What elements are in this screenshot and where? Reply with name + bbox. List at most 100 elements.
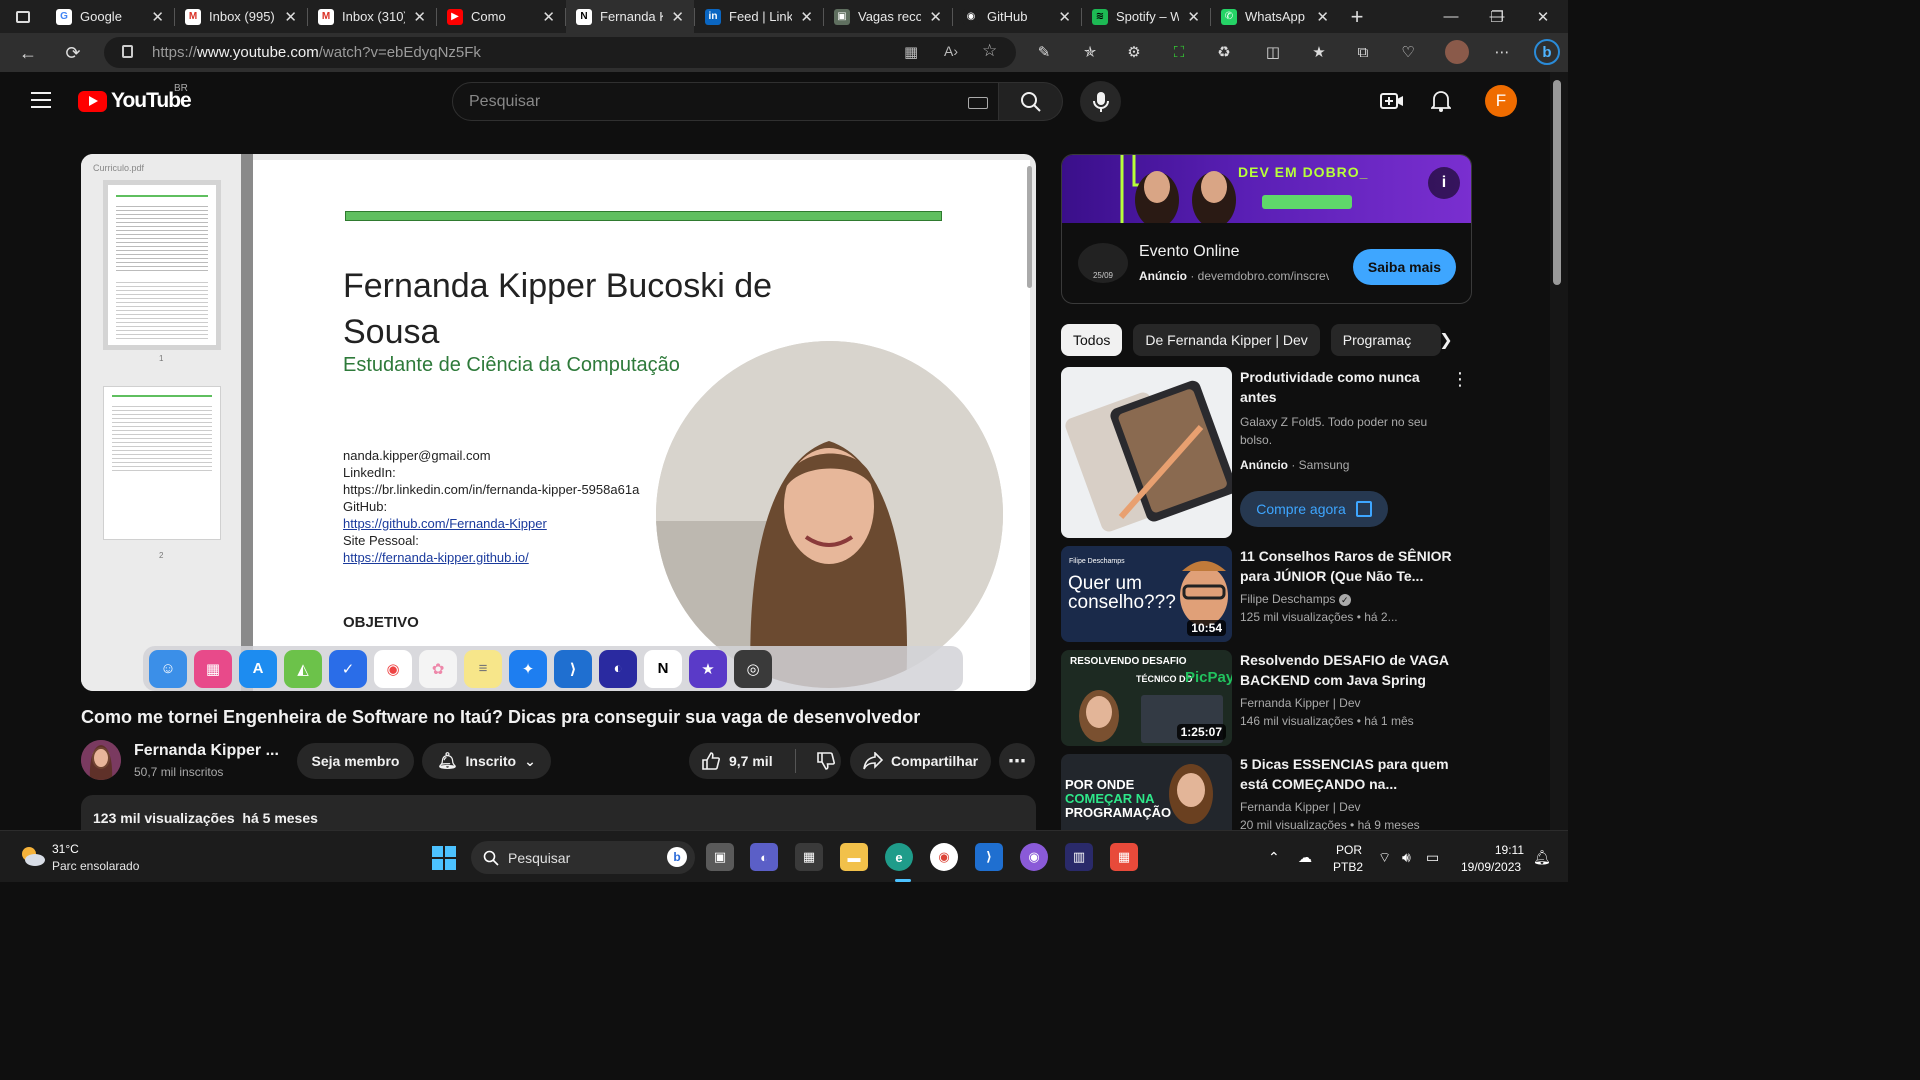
gear-extension-icon[interactable]: ⚙ [1124, 42, 1144, 62]
app-grid-icon[interactable]: ▦ [1110, 843, 1138, 871]
recommendation-item[interactable]: Filipe Deschamps Quer um conselho??? 10:… [1061, 546, 1472, 642]
clock-date[interactable]: 19/09/2023 [1461, 860, 1521, 874]
chip-programming[interactable]: Programaç [1330, 324, 1441, 356]
create-video-icon[interactable] [1379, 88, 1405, 114]
battery-icon[interactable]: ▭ [1426, 849, 1439, 866]
chevron-right-icon[interactable]: ❯ [1434, 328, 1458, 352]
volume-icon[interactable]: 🔊︎ [1402, 849, 1411, 866]
channel-name[interactable]: Fernanda Kipper ... [134, 742, 279, 760]
url-field[interactable]: https://www.youtube.com/watch?v=ebEdyqNz… [104, 37, 1016, 68]
keyboard-layout[interactable]: PTB2 [1333, 860, 1363, 874]
browser-tab[interactable]: ✆ WhatsApp ✕ [1211, 0, 1339, 33]
screenshot-extension-icon[interactable]: ⛶ [1169, 42, 1189, 62]
extensions-puzzle-icon[interactable]: ♻ [1214, 42, 1234, 62]
browser-tab[interactable]: N Fernanda K ✕ [566, 0, 694, 33]
file-explorer-icon[interactable]: ▬ [840, 843, 868, 871]
buy-now-button[interactable]: Compre agora [1240, 491, 1388, 527]
tab-close-icon[interactable]: ✕ [151, 8, 164, 26]
share-button[interactable]: Compartilhar [850, 743, 991, 779]
join-button[interactable]: Seja membro [297, 743, 414, 779]
weather-description[interactable]: Parc ensolarado [52, 859, 139, 873]
more-vertical-icon[interactable]: ⋮ [1451, 369, 1469, 390]
vscode-icon[interactable]: ⟩ [975, 843, 1003, 871]
recommendation-item[interactable]: RESOLVENDO DESAFIO TÉCNICO DO PicPay 1:2… [1061, 650, 1472, 746]
description-box[interactable]: 123 mil visualizações há 5 meses [81, 795, 1036, 830]
video-player[interactable]: Curriculo.pdf 1 2 Fernanda Kipper Bucosk… [81, 154, 1036, 691]
tab-close-icon[interactable]: ✕ [1058, 8, 1071, 26]
app-available-icon[interactable]: ▦ [904, 43, 918, 61]
chip-from-channel[interactable]: De Fernanda Kipper | Dev [1133, 324, 1320, 356]
channel-avatar[interactable] [81, 740, 121, 780]
profile-avatar[interactable] [1445, 40, 1469, 64]
refresh-icon[interactable]: ⟳ [60, 40, 86, 66]
read-aloud-icon[interactable]: A› [944, 43, 958, 59]
keyboard-icon[interactable] [968, 97, 988, 109]
wifi-icon[interactable]: ⌔ [1378, 849, 1391, 867]
like-button[interactable]: 9,7 mil [701, 751, 773, 771]
ad-card[interactable]: DEV EM DOBRO_ i 25/09 Evento Online Anún… [1061, 154, 1472, 304]
search-input[interactable]: Pesquisar [452, 82, 999, 121]
tab-close-icon[interactable]: ✕ [413, 8, 426, 26]
close-window-button[interactable]: ✕ [1520, 0, 1566, 33]
collections-icon[interactable]: ⧉ [1353, 42, 1373, 62]
bing-icon[interactable]: b [667, 847, 687, 867]
ad-info-icon[interactable]: i [1428, 167, 1460, 199]
chevron-up-icon[interactable]: ⌃ [1268, 849, 1280, 866]
start-button[interactable] [432, 846, 456, 870]
new-tab-button[interactable]: + [1339, 0, 1375, 33]
eyedropper-extension-icon[interactable]: ✎ [1034, 42, 1054, 62]
edge-icon[interactable]: e [885, 843, 913, 871]
chip-all[interactable]: Todos [1061, 324, 1123, 356]
bing-copilot-icon[interactable]: b [1534, 39, 1560, 65]
youtube-logo[interactable]: YouTube BR [78, 83, 192, 113]
tab-close-icon[interactable]: ✕ [800, 8, 813, 26]
maximize-button[interactable]: ❐ [1474, 0, 1520, 33]
onedrive-cloud-icon[interactable]: ☁ [1298, 849, 1312, 866]
page-scrollbar-thumb[interactable] [1553, 80, 1561, 285]
chrome-icon[interactable]: ◉ [930, 843, 958, 871]
account-avatar[interactable]: F [1485, 85, 1517, 117]
tab-close-icon[interactable]: ✕ [1316, 8, 1329, 26]
teams-chat-icon[interactable]: ◐ [750, 843, 778, 871]
browser-tab[interactable]: ▣ Vagas recon ✕ [824, 0, 952, 33]
workspaces-icon[interactable] [0, 0, 46, 33]
microsoft-store-icon[interactable]: ▦ [795, 843, 823, 871]
voice-search-button[interactable] [1080, 81, 1121, 122]
input-language[interactable]: POR [1336, 843, 1362, 857]
minimize-button[interactable]: — [1428, 0, 1474, 33]
more-options-icon[interactable]: ⋯ [1492, 42, 1512, 62]
app-stats-icon[interactable]: ▥ [1065, 843, 1093, 871]
browser-tab[interactable]: ▶ Como ✕ [437, 0, 565, 33]
search-button[interactable] [999, 82, 1063, 121]
tab-close-icon[interactable]: ✕ [671, 8, 684, 26]
browser-tab[interactable]: ≋ Spotify – W ✕ [1082, 0, 1210, 33]
menu-icon[interactable] [31, 92, 51, 108]
dislike-button[interactable] [816, 751, 836, 771]
taskbar-search[interactable]: Pesquisar b [471, 841, 695, 874]
browser-essentials-icon[interactable]: ♡ [1398, 42, 1418, 62]
tab-close-icon[interactable]: ✕ [1187, 8, 1200, 26]
notifications-bell-icon[interactable] [1428, 88, 1454, 114]
more-actions-button[interactable]: ⋯ [999, 743, 1035, 779]
browser-tab[interactable]: ◉ GitHub ✕ [953, 0, 1081, 33]
split-screen-icon[interactable]: ◫ [1263, 42, 1283, 62]
tab-close-icon[interactable]: ✕ [284, 8, 297, 26]
browser-tab[interactable]: M Inbox (995) ✕ [175, 0, 307, 33]
extension-icon-1[interactable]: ✯ [1080, 42, 1100, 62]
sponsored-recommendation[interactable]: Produtividade como nunca antes Galaxy Z … [1061, 367, 1472, 539]
browser-tab[interactable]: G Google ✕ [46, 0, 174, 33]
recommendation-item[interactable]: POR ONDE COMEÇAR NA PROGRAMAÇÃO 5 Dicas … [1061, 754, 1472, 830]
github-desktop-icon[interactable]: ◉ [1020, 843, 1048, 871]
clock-time[interactable]: 19:11 [1488, 843, 1524, 857]
task-view-icon[interactable]: ▣ [706, 843, 734, 871]
subscribed-button[interactable]: 🔔︎ Inscrito ⌄ [422, 743, 551, 779]
favorite-star-icon[interactable]: ☆ [982, 41, 997, 61]
weather-temperature[interactable]: 31°C [52, 842, 79, 856]
browser-tab[interactable]: M Inbox (310) ✕ [308, 0, 436, 33]
notification-bell-icon[interactable]: 🔔︎ [1533, 849, 1551, 866]
tab-close-icon[interactable]: ✕ [542, 8, 555, 26]
browser-tab[interactable]: in Feed | Linke ✕ [695, 0, 823, 33]
favorites-icon[interactable]: ★ [1309, 42, 1329, 62]
tab-close-icon[interactable]: ✕ [929, 8, 942, 26]
back-icon[interactable]: ← [15, 40, 41, 66]
